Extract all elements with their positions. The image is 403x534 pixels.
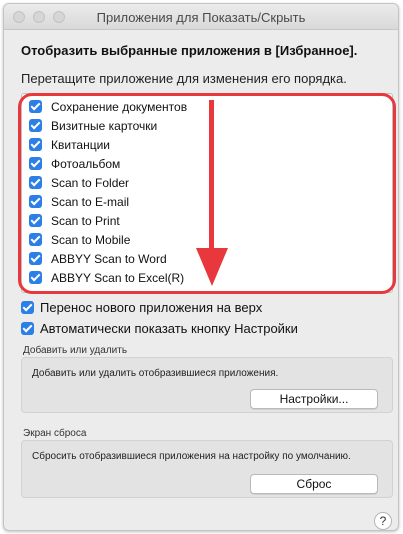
reset-group: Сбросить отобразившиеся приложения на на…	[21, 440, 393, 498]
window-title: Приложения для Показать/Скрыть	[96, 10, 306, 25]
checkbox-checked-icon[interactable]	[29, 271, 42, 284]
checkbox-checked-icon[interactable]	[29, 233, 42, 246]
favorites-heading: Отобразить выбранные приложения в [Избра…	[21, 43, 358, 58]
app-label: Scan to Mobile	[51, 232, 131, 247]
app-label: Фотоальбом	[51, 156, 121, 171]
move-new-to-top-option[interactable]: Перенос нового приложения на верх	[21, 298, 262, 316]
checkbox-checked-icon[interactable]	[29, 195, 42, 208]
option-label: Перенос нового приложения на верх	[40, 299, 263, 315]
help-icon[interactable]: ?	[374, 512, 392, 530]
list-item[interactable]: Визитные карточки	[29, 116, 157, 135]
app-label: ABBYY Scan to Excel(R)	[51, 270, 185, 285]
list-item[interactable]: Сохранение документов	[29, 97, 187, 116]
checkbox-checked-icon[interactable]	[21, 321, 34, 335]
app-label: Сохранение документов	[51, 99, 188, 114]
checkbox-checked-icon[interactable]	[29, 214, 42, 227]
list-item[interactable]: Scan to E-mail	[29, 192, 129, 211]
checkbox-checked-icon[interactable]	[29, 157, 42, 170]
option-label: Автоматически показать кнопку Настройки	[40, 320, 298, 336]
add-remove-group-label: Добавить или удалить	[23, 345, 128, 356]
list-item[interactable]: Фотоальбом	[29, 154, 120, 173]
list-item[interactable]: Scan to Print	[29, 211, 120, 230]
add-remove-group: Добавить или удалить отобразившиеся прил…	[21, 357, 393, 413]
checkbox-checked-icon[interactable]	[29, 100, 42, 113]
auto-show-settings-option[interactable]: Автоматически показать кнопку Настройки	[21, 319, 298, 337]
reset-group-label: Экран сброса	[23, 428, 87, 439]
checkbox-checked-icon[interactable]	[29, 252, 42, 265]
list-item[interactable]: Scan to Folder	[29, 173, 129, 192]
list-item[interactable]: Scan to Mobile	[29, 230, 130, 249]
app-label: Визитные карточки	[51, 118, 158, 133]
list-item[interactable]: Квитанции	[29, 135, 110, 154]
app-label: ABBYY Scan to Word	[51, 251, 167, 266]
checkbox-checked-icon[interactable]	[21, 300, 34, 314]
list-item[interactable]: ABBYY Scan to Excel(R)	[29, 268, 184, 287]
reorder-instruction: Перетащите приложение для изменения его …	[21, 71, 347, 86]
title-bar: Приложения для Показать/Скрыть	[4, 4, 398, 30]
settings-button[interactable]: Настройки...	[250, 389, 378, 409]
list-item[interactable]: ABBYY Scan to Word	[29, 249, 167, 268]
app-label: Квитанции	[51, 137, 111, 152]
add-remove-description: Добавить или удалить отобразившиеся прил…	[32, 368, 279, 379]
down-arrow-icon	[196, 100, 228, 286]
checkbox-checked-icon[interactable]	[29, 119, 42, 132]
app-label: Scan to E-mail	[51, 194, 130, 209]
reset-description: Сбросить отобразившиеся приложения на на…	[32, 451, 351, 462]
checkbox-checked-icon[interactable]	[29, 138, 42, 151]
app-label: Scan to Print	[51, 213, 120, 228]
reset-button[interactable]: Сброс	[250, 474, 378, 494]
checkbox-checked-icon[interactable]	[29, 176, 42, 189]
app-visibility-window: Приложения для Показать/Скрыть Отобразит…	[3, 3, 399, 531]
app-label: Scan to Folder	[51, 175, 130, 190]
